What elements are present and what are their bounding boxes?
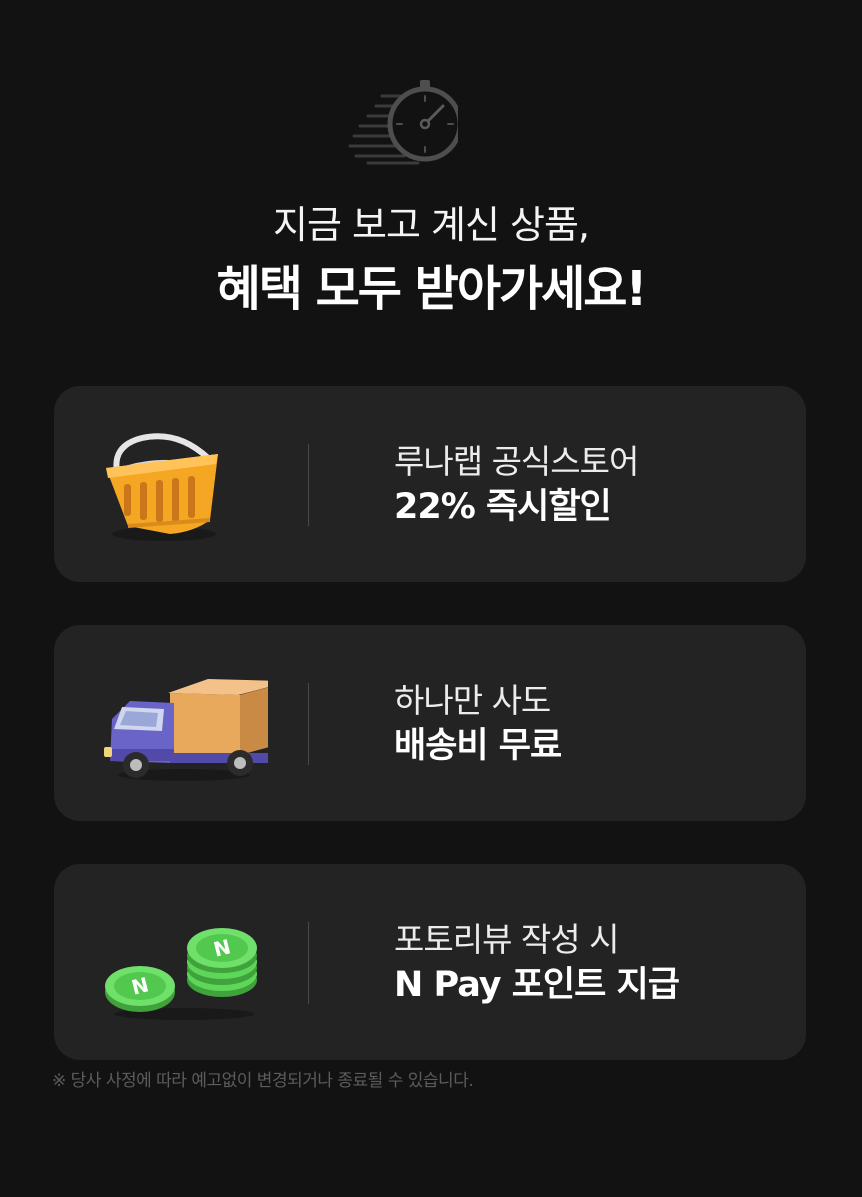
disclaimer-note: ※ 당사 사정에 따라 예고없이 변경되거나 종료될 수 있습니다. <box>52 1071 474 1091</box>
benefit-card-discount: 루나랩 공식스토어 22% 즉시할인 <box>54 386 806 582</box>
headline-title: 혜택 모두 받아가세요! <box>216 261 648 317</box>
benefit-value: 배송비 무료 <box>394 726 562 766</box>
delivery-truck-icon <box>104 679 268 781</box>
benefit-value: 22% 즉시할인 <box>394 487 612 527</box>
benefit-label: 포토리뷰 작성 시 <box>394 920 619 959</box>
benefit-card-shipping: 하나만 사도 배송비 무료 <box>54 625 806 821</box>
npay-coins-icon: N N <box>105 928 257 1020</box>
card-divider <box>308 922 309 1004</box>
shopping-basket-icon <box>106 433 218 541</box>
stopwatch-icon <box>348 80 458 165</box>
benefit-value: N Pay 포인트 지급 <box>394 965 680 1005</box>
benefit-card-points: N N 포토리뷰 작성 시 N Pay 포인트 지급 <box>54 864 806 1060</box>
headline-subtitle: 지금 보고 계신 상품, <box>273 203 590 247</box>
card-divider <box>308 444 309 526</box>
card-divider <box>308 683 309 765</box>
benefit-label: 루나랩 공식스토어 <box>394 442 639 481</box>
benefit-label: 하나만 사도 <box>394 681 551 720</box>
headline: 지금 보고 계신 상품, 혜택 모두 받아가세요! <box>0 196 862 324</box>
